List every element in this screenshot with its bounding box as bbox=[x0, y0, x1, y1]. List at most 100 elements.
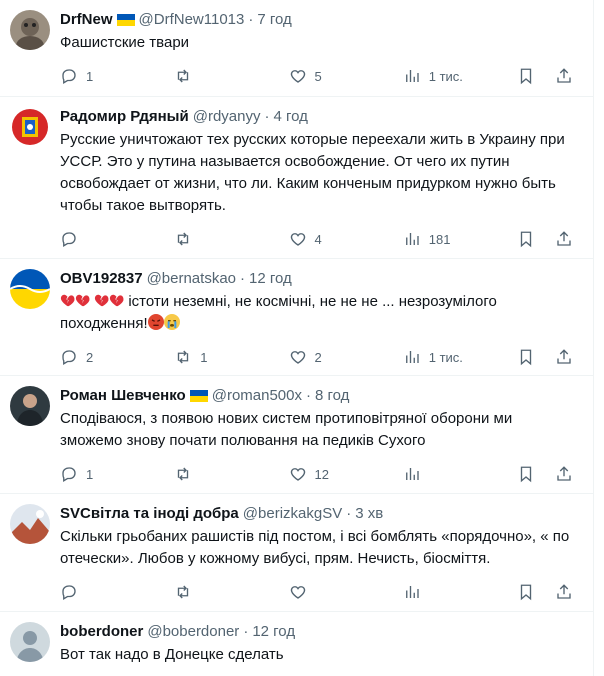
ukraine-flag-icon bbox=[189, 390, 208, 402]
share-icon[interactable] bbox=[555, 583, 573, 601]
tweet[interactable]: Радомир Рдяный @rdyanyy · 4 год Русские … bbox=[0, 97, 593, 259]
author-handle[interactable]: @DrfNew11013 bbox=[139, 10, 245, 30]
retweet-button[interactable] bbox=[174, 230, 288, 248]
retweet-icon bbox=[178, 69, 189, 83]
retweet-icon bbox=[178, 467, 189, 481]
like-button[interactable]: 5 bbox=[289, 67, 403, 85]
heart-icon bbox=[290, 70, 305, 83]
retweet-count: 1 bbox=[200, 349, 208, 365]
views-chart-icon bbox=[405, 351, 419, 363]
heart-icon bbox=[290, 586, 305, 599]
share-icon[interactable] bbox=[555, 348, 573, 366]
like-count: 4 bbox=[314, 231, 322, 247]
author-name[interactable]: Радомир Рдяный bbox=[60, 107, 189, 127]
share-icon[interactable] bbox=[555, 465, 573, 483]
tweet-header: SVСвітла та іноді добра @berizkakgSV · 3… bbox=[60, 504, 577, 524]
views-chart-icon bbox=[405, 70, 419, 82]
tweet[interactable]: SVСвітла та іноді добра @berizkakgSV · 3… bbox=[0, 494, 593, 612]
reply-button[interactable] bbox=[60, 230, 174, 248]
author-handle[interactable]: @boberdoner bbox=[147, 622, 239, 642]
timestamp[interactable]: 12 год bbox=[252, 622, 295, 642]
avatar[interactable] bbox=[10, 504, 50, 544]
tweet-header: Радомир Рдяный @rdyanyy · 4 год bbox=[60, 107, 577, 127]
reply-icon bbox=[62, 467, 76, 482]
view-count: 181 bbox=[428, 231, 451, 247]
tweet[interactable]: boberdoner @boberdoner · 12 год Вот так … bbox=[0, 612, 593, 676]
reply-button[interactable]: 2 bbox=[60, 348, 174, 366]
separator-dot: · bbox=[346, 505, 352, 522]
timestamp[interactable]: 8 год bbox=[315, 386, 349, 406]
reply-button[interactable]: 1 bbox=[60, 465, 174, 483]
tweet-header: DrfNew @DrfNew11013 · 7 год bbox=[60, 10, 577, 30]
timestamp[interactable]: 3 хв bbox=[355, 504, 383, 524]
heart-icon bbox=[290, 233, 305, 246]
author-name[interactable]: Роман Шевченко bbox=[60, 386, 186, 406]
views-button[interactable]: 1 тис. bbox=[403, 348, 517, 366]
retweet-button[interactable] bbox=[174, 67, 288, 85]
author-name[interactable]: OBV192837 bbox=[60, 269, 143, 289]
retweet-icon bbox=[178, 232, 189, 246]
view-count: 1 тис. bbox=[428, 349, 463, 365]
avatar[interactable] bbox=[10, 10, 50, 50]
views-button[interactable]: 1 тис. bbox=[403, 67, 517, 85]
views-button[interactable] bbox=[403, 583, 517, 601]
bookmark-icon[interactable] bbox=[517, 465, 535, 483]
avatar[interactable] bbox=[10, 269, 50, 309]
tweet-text: Скільки грьобаних рашистів під постом, і… bbox=[60, 528, 570, 567]
author-handle[interactable]: @roman500x bbox=[212, 386, 302, 406]
views-button[interactable]: 181 bbox=[403, 230, 517, 248]
bookmark-icon[interactable] bbox=[517, 230, 535, 248]
author-name[interactable]: boberdoner bbox=[60, 622, 143, 642]
separator-dot: · bbox=[264, 108, 270, 125]
like-button[interactable] bbox=[289, 583, 403, 601]
reply-feed: DrfNew @DrfNew11013 · 7 год Фашистские т… bbox=[0, 0, 594, 676]
view-count: 1 тис. bbox=[428, 68, 463, 84]
broken-heart-icon bbox=[95, 294, 109, 307]
broken-heart-icon bbox=[60, 294, 75, 307]
tweet-header: boberdoner @boberdoner · 12 год bbox=[60, 622, 577, 642]
retweet-button[interactable]: 1 bbox=[174, 348, 288, 366]
timestamp[interactable]: 4 год bbox=[273, 107, 307, 127]
avatar[interactable] bbox=[10, 107, 50, 147]
tweet[interactable]: OBV192837 @bernatskao · 12 год істоти не… bbox=[0, 259, 593, 376]
reply-button[interactable]: 1 bbox=[60, 67, 174, 85]
author-handle[interactable]: @berizkakgSV bbox=[243, 504, 342, 524]
action-bar: 2 1 2 1 тис. bbox=[60, 347, 577, 367]
tweet-text: істоти неземні, не космічні, не не не ..… bbox=[60, 293, 497, 332]
retweet-button[interactable] bbox=[174, 583, 288, 601]
avatar[interactable] bbox=[10, 622, 50, 662]
bookmark-icon[interactable] bbox=[517, 67, 535, 85]
author-name[interactable]: DrfNew bbox=[60, 10, 113, 30]
timestamp[interactable]: 7 год bbox=[257, 10, 291, 30]
share-icon[interactable] bbox=[555, 230, 573, 248]
reply-icon bbox=[62, 232, 76, 247]
avatar[interactable] bbox=[10, 386, 50, 426]
reply-count: 1 bbox=[86, 466, 94, 482]
separator-dot: · bbox=[248, 11, 254, 28]
like-button[interactable]: 12 bbox=[289, 465, 403, 483]
views-chart-icon bbox=[405, 468, 419, 480]
action-bar: 1 12 bbox=[60, 464, 577, 484]
tweet[interactable]: Роман Шевченко @roman500x · 8 год Сподів… bbox=[0, 376, 593, 494]
author-handle[interactable]: @bernatskao bbox=[147, 269, 236, 289]
reply-button[interactable] bbox=[60, 583, 174, 601]
tweet[interactable]: DrfNew @DrfNew11013 · 7 год Фашистские т… bbox=[0, 0, 593, 97]
bookmark-icon[interactable] bbox=[517, 348, 535, 366]
like-count: 2 bbox=[314, 349, 322, 365]
broken-heart-icon bbox=[110, 294, 124, 307]
separator-dot: · bbox=[306, 387, 311, 404]
like-button[interactable]: 4 bbox=[289, 230, 403, 248]
separator-dot: · bbox=[243, 623, 249, 640]
author-name[interactable]: SVСвітла та іноді добра bbox=[60, 504, 239, 524]
like-count: 5 bbox=[314, 68, 322, 84]
author-handle[interactable]: @rdyanyy bbox=[193, 107, 261, 127]
like-button[interactable]: 2 bbox=[289, 348, 403, 366]
views-button[interactable] bbox=[403, 465, 517, 483]
retweet-button[interactable] bbox=[174, 465, 288, 483]
reply-icon bbox=[62, 585, 76, 600]
bookmark-icon[interactable] bbox=[517, 583, 535, 601]
like-count: 12 bbox=[314, 466, 329, 482]
share-icon[interactable] bbox=[555, 67, 573, 85]
reply-icon bbox=[62, 350, 76, 365]
timestamp[interactable]: 12 год bbox=[249, 269, 292, 289]
